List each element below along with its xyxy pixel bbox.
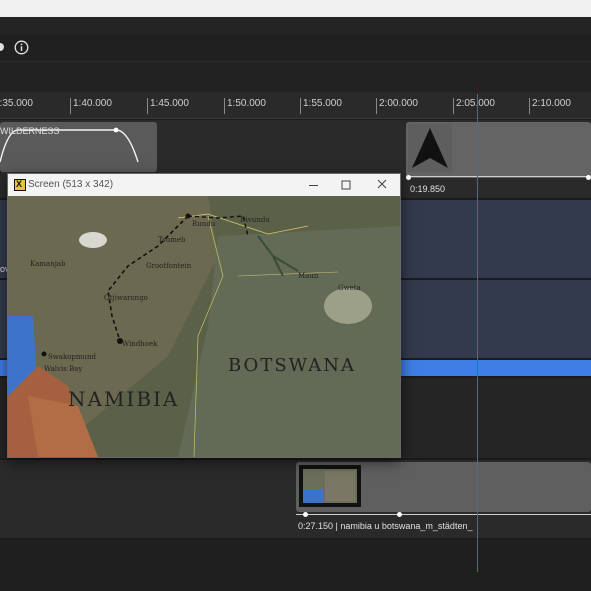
arrow-icon	[412, 128, 448, 168]
ruler-label: 1:55.000	[303, 98, 342, 109]
ruler-label: 2:05.000	[456, 98, 495, 109]
place-label: Tsumeb	[158, 236, 186, 244]
ruler-label: 1:50.000	[227, 98, 266, 109]
keyframe-handle[interactable]	[406, 175, 411, 180]
clip-time: 0:19.850	[410, 184, 446, 194]
clip-label: 0:27.150 | namibia u botswana_m_städten_	[298, 521, 473, 531]
ruler-label: 2:10.000	[532, 98, 571, 109]
place-label: Divundu	[240, 216, 270, 224]
media-clip[interactable]	[406, 122, 591, 178]
close-button[interactable]	[372, 177, 392, 193]
clip-thumbnail	[408, 124, 452, 172]
toolbar-row	[0, 35, 591, 62]
ruler-label: 2:00.000	[379, 98, 418, 109]
window-top-strip	[0, 0, 591, 17]
place-label: Windhoek	[122, 340, 158, 348]
ruler-tick	[224, 98, 225, 114]
clip-thumbnail	[299, 465, 361, 507]
keyframe-handle[interactable]	[397, 512, 402, 517]
ruler-label: 1:45.000	[150, 98, 189, 109]
header-bar	[0, 17, 591, 35]
ruler-tick	[300, 98, 301, 114]
country-label: BOTSWANA	[228, 355, 356, 376]
clip-label: WILDERNESS	[0, 126, 60, 136]
minimize-button[interactable]	[304, 177, 324, 193]
ruler-tick	[529, 98, 530, 114]
place-label: Gweta	[338, 284, 361, 292]
video-clip[interactable]	[296, 462, 591, 512]
place-label: Walvis Bay	[44, 365, 82, 373]
country-label: NAMIBIA	[68, 387, 179, 411]
timeline-ruler[interactable]: 1:35.000 1:40.000 1:45.000 1:50.000 1:55…	[0, 92, 591, 119]
ruler-tick	[453, 98, 454, 114]
bottom-panel	[0, 540, 591, 591]
place-label: Swakopmund	[48, 353, 97, 361]
ruler-tick	[70, 98, 71, 114]
ruler-tick	[376, 98, 377, 114]
place-label: Rundu	[192, 220, 216, 228]
toolbar-spacer	[0, 62, 591, 92]
ruler-label: 1:35.000	[0, 98, 33, 109]
place-label: Otjiwarongo	[104, 294, 148, 302]
window-title: Screen (513 x 342)	[28, 179, 114, 190]
screen-preview-window[interactable]: X Screen (513 x 342) NAMIBIA BOTSWANA Ru…	[8, 174, 400, 458]
map-preview: NAMIBIA BOTSWANA Rundu Divundu Tsumeb Gr…	[8, 196, 400, 458]
place-label: Kamanjab	[30, 260, 66, 268]
maximize-button[interactable]	[336, 177, 356, 193]
envelope-line	[296, 514, 591, 515]
app-icon: X	[14, 179, 26, 191]
ruler-label: 1:40.000	[73, 98, 112, 109]
playhead[interactable]	[477, 94, 478, 572]
place-label: Maun	[298, 272, 319, 280]
info-icon[interactable]	[14, 40, 29, 55]
keyframe-handle[interactable]	[303, 512, 308, 517]
ruler-tick	[147, 98, 148, 114]
title-clip[interactable]: WILDERNESS	[0, 122, 157, 172]
window-titlebar[interactable]: X Screen (513 x 342)	[8, 174, 400, 196]
place-label: Grootfontein	[146, 262, 192, 270]
envelope-line	[406, 176, 591, 177]
keyframe-handle[interactable]	[586, 175, 591, 180]
